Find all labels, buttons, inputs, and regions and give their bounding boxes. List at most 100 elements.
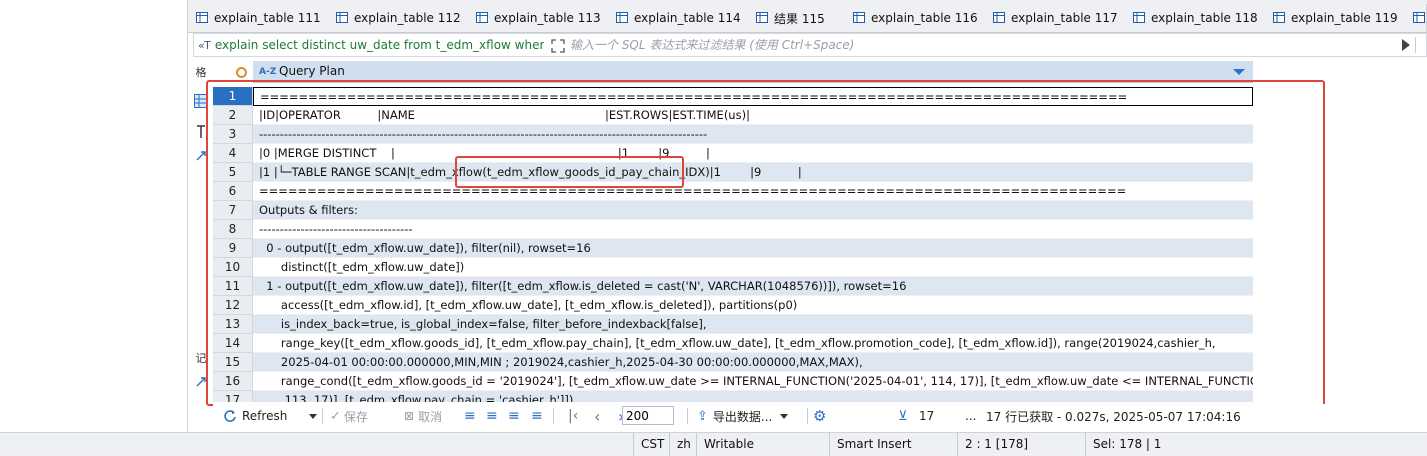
record-mode-button[interactable]: 记: [193, 348, 209, 368]
table-row[interactable]: 15 2025-04-01 00:00:00.000000,MIN,MIN ; …: [213, 353, 1253, 372]
query-plan-cell[interactable]: |ID|OPERATOR |NAME |EST.ROWS|EST.TIME(us…: [253, 106, 1253, 125]
status-locale[interactable]: zh: [669, 433, 696, 456]
row-number[interactable]: 2: [213, 106, 253, 125]
row-number[interactable]: 7: [213, 201, 253, 220]
row-number[interactable]: 8: [213, 220, 253, 239]
insert-row-icon[interactable]: ≡: [486, 407, 498, 425]
table-row[interactable]: 5 |1 |└─TABLE RANGE SCAN|t_edm_xflow(t_ed…: [213, 163, 1253, 182]
cancel-icon: ⊠: [404, 409, 415, 423]
query-plan-cell[interactable]: ----------------------------------------…: [253, 125, 1253, 144]
apply-filter-icon[interactable]: [1400, 38, 1412, 52]
table-icon: [616, 12, 628, 23]
query-plan-cell[interactable]: |0 |MERGE DISTINCT | |1 |9 |: [253, 144, 1253, 163]
table-row[interactable]: 6 =======================================…: [213, 182, 1253, 201]
results-grid[interactable]: A-Z Query Plan 1 ========================…: [213, 61, 1253, 402]
tab-label: explain_table 113: [494, 11, 601, 25]
table-row[interactable]: 4 |0 |MERGE DISTINCT | |1 |9 |: [213, 144, 1253, 163]
edit-rows-icon[interactable]: ≡: [464, 407, 476, 425]
query-plan-cell[interactable]: -------------------------------------: [253, 220, 1253, 239]
row-number[interactable]: 11: [213, 277, 253, 296]
query-plan-cell[interactable]: ========================================…: [253, 87, 1253, 106]
table-row[interactable]: 7 Outputs & filters:: [213, 201, 1253, 220]
cancel-button[interactable]: ⊠ 取消: [404, 407, 442, 425]
query-plan-cell[interactable]: 0 - output([t_edm_xflow.uw_date]), filte…: [253, 239, 1253, 258]
table-row[interactable]: 10 distinct([t_edm_xflow.uw_date]): [213, 258, 1253, 277]
text-view-icon[interactable]: [195, 124, 207, 140]
column-header-query-plan[interactable]: A-Z Query Plan: [253, 61, 1253, 83]
status-timezone[interactable]: CST: [633, 433, 669, 456]
row-number[interactable]: 10: [213, 258, 253, 277]
status-write-mode[interactable]: Writable: [696, 433, 829, 456]
query-plan-cell[interactable]: 1 - output([t_edm_xflow.uw_date]), filte…: [253, 277, 1253, 296]
table-row[interactable]: 14 range_key([t_edm_xflow.goods_id], [t_…: [213, 334, 1253, 353]
tab-explain-table-118[interactable]: explain_table 118: [1125, 4, 1266, 32]
table-row[interactable]: 3 ---------------------------------------…: [213, 125, 1253, 144]
tab-explain-table-113[interactable]: explain_table 113: [468, 4, 609, 32]
grid-corner[interactable]: [213, 61, 253, 83]
query-plan-cell[interactable]: range_key([t_edm_xflow.goods_id], [t_edm…: [253, 334, 1253, 353]
grid-view-icon[interactable]: [194, 94, 208, 108]
tab-explain-table-116[interactable]: explain_table 116: [845, 4, 986, 32]
row-number[interactable]: 14: [213, 334, 253, 353]
table-row[interactable]: 17 113, 17)], [t_edm_xflow.pay_chain = '…: [213, 391, 1253, 402]
query-plan-cell[interactable]: is_index_back=true, is_global_index=fals…: [253, 315, 1253, 334]
column-dropdown-icon[interactable]: [1233, 69, 1245, 75]
query-plan-cell[interactable]: 113, 17)], [t_edm_xflow.pay_chain = 'cas…: [253, 391, 1253, 402]
table-row[interactable]: 11 1 - output([t_edm_xflow.uw_date]), fi…: [213, 277, 1253, 296]
panel-divider[interactable]: [187, 0, 188, 432]
table-row[interactable]: 8 -------------------------------------: [213, 220, 1253, 239]
query-plan-cell[interactable]: distinct([t_edm_xflow.uw_date]): [253, 258, 1253, 277]
expand-icon[interactable]: [550, 38, 566, 54]
tab-overflow[interactable]: [1405, 4, 1427, 32]
more-button[interactable]: ...: [965, 407, 976, 425]
query-plan-cell[interactable]: 2025-04-01 00:00:00.000000,MIN,MIN ; 201…: [253, 353, 1253, 372]
table-row[interactable]: 13 is_index_back=true, is_global_index=f…: [213, 315, 1253, 334]
tab-explain-table-111[interactable]: explain_table 111: [188, 4, 329, 32]
table-row[interactable]: 16 range_cond([t_edm_xflow.goods_id = '2…: [213, 372, 1253, 391]
tab-explain-table-117[interactable]: explain_table 117: [985, 4, 1126, 32]
delete-row-icon[interactable]: ≡: [508, 407, 520, 425]
query-plan-cell[interactable]: Outputs & filters:: [253, 201, 1253, 220]
panel-icon[interactable]: [195, 150, 207, 162]
tab-result-115[interactable]: 结果 115: [748, 4, 849, 32]
row-number[interactable]: 12: [213, 296, 253, 315]
table-row[interactable]: 2 |ID|OPERATOR |NAME |EST.ROWS|EST.TIME(u…: [213, 106, 1253, 125]
query-plan-cell[interactable]: range_cond([t_edm_xflow.goods_id = '2019…: [253, 372, 1253, 391]
row-count-icon[interactable]: ⊻: [898, 407, 908, 425]
refresh-button[interactable]: Refresh: [223, 407, 287, 425]
refresh-dropdown[interactable]: [301, 407, 317, 425]
query-plan-cell[interactable]: |1 |└─TABLE RANGE SCAN|t_edm_xflow(t_edm…: [253, 163, 1253, 182]
tab-explain-table-114[interactable]: explain_table 114: [608, 4, 749, 32]
row-number[interactable]: 4: [213, 144, 253, 163]
table-row[interactable]: 12 access([t_edm_xflow.id], [t_edm_xflow…: [213, 296, 1253, 315]
previous-page-icon[interactable]: ‹: [594, 407, 600, 426]
tab-explain-table-112[interactable]: explain_table 112: [328, 4, 469, 32]
query-plan-cell[interactable]: ========================================…: [253, 182, 1253, 201]
sort-az-icon[interactable]: A-Z: [259, 67, 276, 77]
row-number[interactable]: 15: [213, 353, 253, 372]
row-number[interactable]: 13: [213, 315, 253, 334]
save-button[interactable]: ✓ 保存: [330, 407, 368, 425]
result-limit-input[interactable]: [622, 406, 674, 425]
row-number[interactable]: 6: [213, 182, 253, 201]
settings-gear-icon[interactable]: ⚙: [813, 407, 826, 425]
duplicate-row-icon[interactable]: ≡: [531, 407, 543, 425]
filter-input[interactable]: [570, 36, 1390, 54]
grid-mode-button[interactable]: 格: [193, 62, 209, 82]
export-data-button[interactable]: ⇪ 导出数据...: [697, 407, 789, 425]
row-number[interactable]: 16: [213, 372, 253, 391]
first-page-icon[interactable]: |‹: [568, 407, 578, 425]
query-plan-cell[interactable]: access([t_edm_xflow.id], [t_edm_xflow.uw…: [253, 296, 1253, 315]
select-all-icon[interactable]: [236, 67, 247, 78]
sql-query-text[interactable]: «T explain select distinct uw_date from t…: [198, 38, 544, 54]
row-number[interactable]: 17: [213, 391, 253, 402]
status-insert-mode[interactable]: Smart Insert: [829, 433, 957, 456]
row-number[interactable]: 1: [213, 87, 253, 106]
table-row[interactable]: 1 =======================================…: [213, 87, 1253, 106]
row-number[interactable]: 3: [213, 125, 253, 144]
row-number[interactable]: 9: [213, 239, 253, 258]
row-number[interactable]: 5: [213, 163, 253, 182]
table-row[interactable]: 9 0 - output([t_edm_xflow.uw_date]), fil…: [213, 239, 1253, 258]
link-icon[interactable]: [195, 376, 207, 388]
tab-explain-table-119[interactable]: explain_table 119: [1265, 4, 1406, 32]
